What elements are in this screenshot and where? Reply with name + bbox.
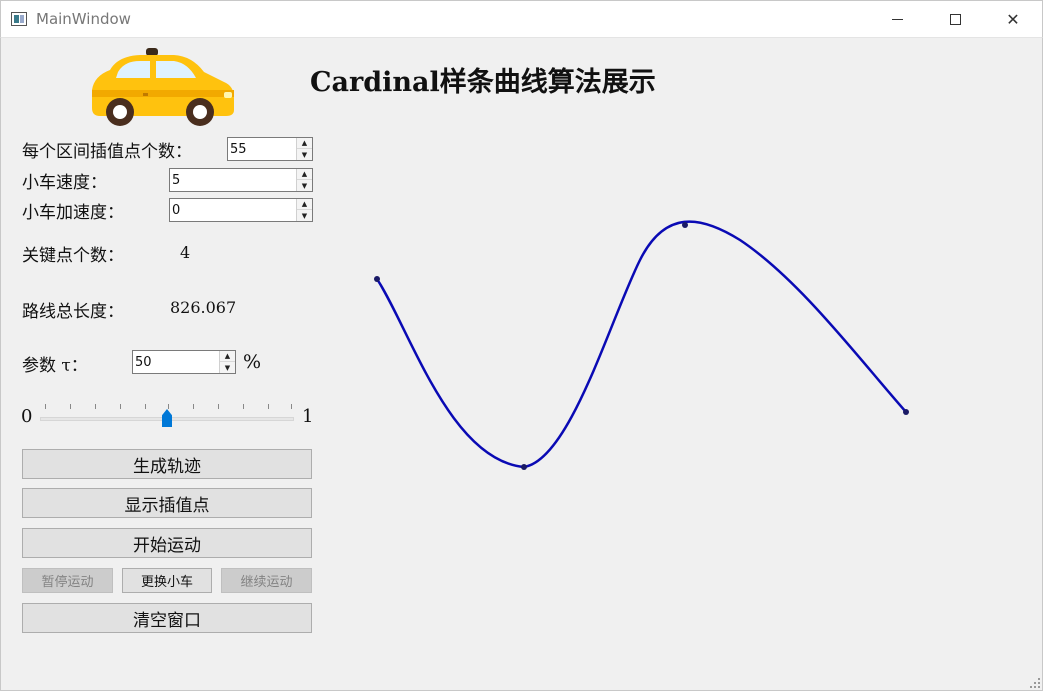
resize-grip-icon[interactable] bbox=[1030, 678, 1040, 688]
key-point[interactable] bbox=[374, 276, 380, 282]
cardinal-spline-curve bbox=[375, 220, 907, 469]
key-point[interactable] bbox=[521, 464, 527, 470]
key-point[interactable] bbox=[903, 409, 909, 415]
key-point[interactable] bbox=[682, 222, 688, 228]
drawing-canvas[interactable] bbox=[0, 0, 1043, 691]
